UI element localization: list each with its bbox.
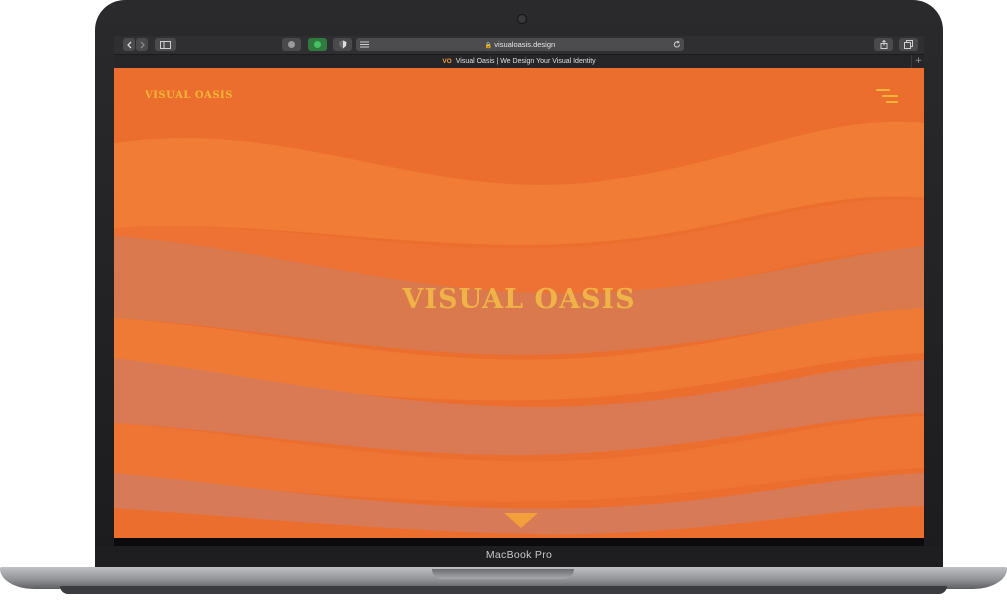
web-page: VISUAL OASIS VISUAL OASIS xyxy=(114,68,924,538)
privacy-icon[interactable] xyxy=(282,38,301,51)
camera xyxy=(517,14,527,24)
brand-logo[interactable]: VISUAL OASIS xyxy=(145,90,233,101)
lock-icon: 🔒 xyxy=(484,43,493,49)
active-tab[interactable]: VO Visual Oasis | We Design Your Visual I… xyxy=(114,55,924,68)
sidebar-icon[interactable] xyxy=(155,38,176,51)
forward-icon[interactable] xyxy=(136,38,148,51)
tab-bar: VO Visual Oasis | We Design Your Visual I… xyxy=(114,55,924,68)
shield-icon[interactable] xyxy=(333,38,352,51)
menu-line-1 xyxy=(876,89,890,91)
hamburger-menu-icon[interactable] xyxy=(876,87,898,105)
chevron-down-icon[interactable] xyxy=(504,513,538,529)
reload-icon[interactable] xyxy=(673,40,681,49)
url-value: visualoasis.design xyxy=(494,40,556,49)
new-tab-button[interactable]: + xyxy=(911,55,925,68)
menu-line-3 xyxy=(886,101,898,103)
favicon: VO xyxy=(442,58,452,65)
address-bar[interactable]: 🔒 visualoasis.design xyxy=(356,38,684,51)
menu-line-2 xyxy=(882,95,898,97)
share-icon[interactable] xyxy=(874,38,893,51)
lid-notch xyxy=(432,569,574,579)
browser-toolbar: 🔒 visualoasis.design xyxy=(114,36,924,55)
back-icon[interactable] xyxy=(123,38,135,51)
device-model-label: MacBook Pro xyxy=(485,549,553,561)
extension-icon[interactable] xyxy=(308,38,327,51)
tabs-icon[interactable] xyxy=(899,38,918,51)
tab-title: Visual Oasis | We Design Your Visual Ide… xyxy=(455,58,596,65)
url-text[interactable]: 🔒 visualoasis.design xyxy=(356,38,684,51)
hero-title: VISUAL OASIS xyxy=(402,284,636,315)
laptop-base-shadow xyxy=(60,586,947,594)
